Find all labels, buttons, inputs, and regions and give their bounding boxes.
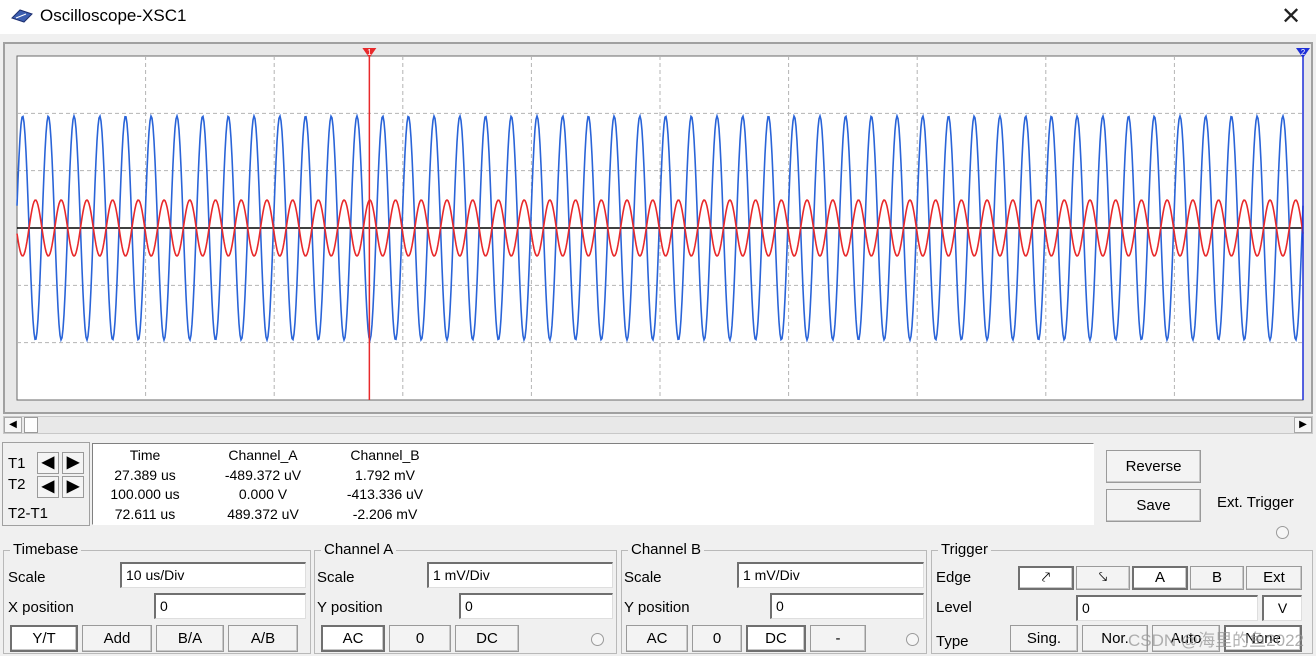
close-button[interactable]: ✕ [1276,2,1306,32]
timebase-scale-field[interactable]: 10 us/Div [120,562,306,588]
channel-a-column: Channel_A -489.372 uV 0.000 V 489.372 uV [203,446,323,524]
channel-a-zero-button[interactable]: 0 [389,625,451,652]
reverse-button[interactable]: Reverse [1106,450,1201,483]
t1-right-arrow-button[interactable]: ▶ [62,452,84,474]
yt-mode-button[interactable]: Y/T [10,625,78,652]
trigger-level-field[interactable]: 0 [1076,595,1258,621]
x-position-field[interactable]: 0 [154,593,306,619]
trigger-source-ext-button[interactable]: Ext [1246,566,1302,590]
trigger-source-a-button[interactable]: A [1132,566,1188,590]
channel-b-title: Channel B [628,541,705,558]
title-bar: Oscilloscope-XSC1 ✕ [0,0,1316,34]
ext-trigger-label: Ext. Trigger [1217,494,1294,511]
channel-a-group: Channel A Scale 1 mV/Div Y position 0 AC… [314,541,617,654]
channel-b-invert-button[interactable]: - [810,625,866,652]
waveform-area: 12 [16,48,1310,401]
channel-a-title: Channel A [321,541,397,558]
window-title: Oscilloscope-XSC1 [40,6,187,25]
rising-edge-button[interactable]: ⤤ [1018,566,1074,590]
timebase-group: Timebase Scale 10 us/Div X position 0 Y/… [3,541,311,654]
trigger-level-unit-field[interactable]: V [1262,595,1302,621]
oscilloscope-app-icon [11,9,33,23]
time-t2: 100.000 us [110,486,180,502]
trigger-source-b-button[interactable]: B [1190,566,1244,590]
horizontal-scrollbar[interactable]: ◀ ▶ [3,416,1313,434]
cursor-readout-table: Time 27.389 us 100.000 us 72.611 us Chan… [92,443,1094,525]
ext-trigger-terminal[interactable] [1276,526,1289,539]
t2-left-arrow-button[interactable]: ◀ [37,476,59,498]
channel-a-terminal[interactable] [591,633,604,646]
t2-label: T2 [8,476,26,493]
t2-right-arrow-button[interactable]: ▶ [62,476,84,498]
channel-a-ac-button[interactable]: AC [321,625,385,652]
scroll-right-arrow[interactable]: ▶ [1294,417,1312,433]
scope-display: 12 [3,42,1313,414]
channel-b-scale-field[interactable]: 1 mV/Div [737,562,924,588]
scroll-thumb[interactable] [24,417,38,433]
channel-b-y-position-label: Y position [624,599,690,616]
channel-a-y-position-label: Y position [317,599,383,616]
channel-a-diff: 489.372 uV [227,505,299,522]
channel-b-zero-button[interactable]: 0 [692,625,742,652]
save-button[interactable]: Save [1106,489,1201,522]
channel-a-header: Channel_A [228,447,298,463]
channel-a-scale-label: Scale [317,569,355,586]
add-mode-button[interactable]: Add [82,625,152,652]
falling-edge-button[interactable]: ⤥ [1076,566,1130,590]
time-header: Time [129,447,161,463]
watermark-text: CSDN @海里的鱼2022 [1128,631,1304,650]
edge-label: Edge [936,569,972,586]
channel-b-group: Channel B Scale 1 mV/Div Y position 0 AC… [621,541,927,654]
time-t1: 27.389 us [114,466,176,483]
timebase-scale-label: Scale [8,569,46,586]
timebase-title: Timebase [10,541,82,558]
b-over-a-mode-button[interactable]: B/A [156,625,224,652]
channel-a-dc-button[interactable]: DC [455,625,519,652]
channel-b-dc-button[interactable]: DC [746,625,806,652]
channel-b-t2: -413.336 uV [346,486,424,502]
channel-b-ac-button[interactable]: AC [626,625,688,652]
cursor-t2-marker-label: 2 [1301,48,1306,57]
trigger-single-button[interactable]: Sing. [1010,625,1078,652]
channel-b-scale-label: Scale [624,569,662,586]
x-position-label: X position [8,599,74,616]
a-over-b-mode-button[interactable]: A/B [228,625,298,652]
trigger-title: Trigger [938,541,991,558]
type-label: Type [936,633,969,650]
channel-b-header: Channel_B [350,447,420,463]
scroll-left-arrow[interactable]: ◀ [4,417,22,433]
cursor-t1-marker-label: 1 [367,48,372,57]
channel-b-y-position-field[interactable]: 0 [770,593,924,619]
channel-b-column: Channel_B 1.792 mV -413.336 uV -2.206 mV [325,446,445,524]
t1-left-arrow-button[interactable]: ◀ [37,452,59,474]
cursor-controls: T1 ◀ ▶ T2 ◀ ▶ T2-T1 [2,442,90,526]
time-diff: 72.611 us [114,505,176,522]
t1-label: T1 [8,455,26,472]
channel-b-t1: 1.792 mV [355,466,415,483]
level-label: Level [936,599,972,616]
channel-b-terminal[interactable] [906,633,919,646]
channel-a-y-position-field[interactable]: 0 [459,593,613,619]
channel-b-diff: -2.206 mV [352,505,418,522]
time-column: Time 27.389 us 100.000 us 72.611 us [95,446,195,524]
channel-a-scale-field[interactable]: 1 mV/Div [427,562,613,588]
channel-a-t1: -489.372 uV [224,466,302,483]
channel-a-t2: 0.000 V [238,486,288,502]
t2-t1-label: T2-T1 [8,505,49,522]
